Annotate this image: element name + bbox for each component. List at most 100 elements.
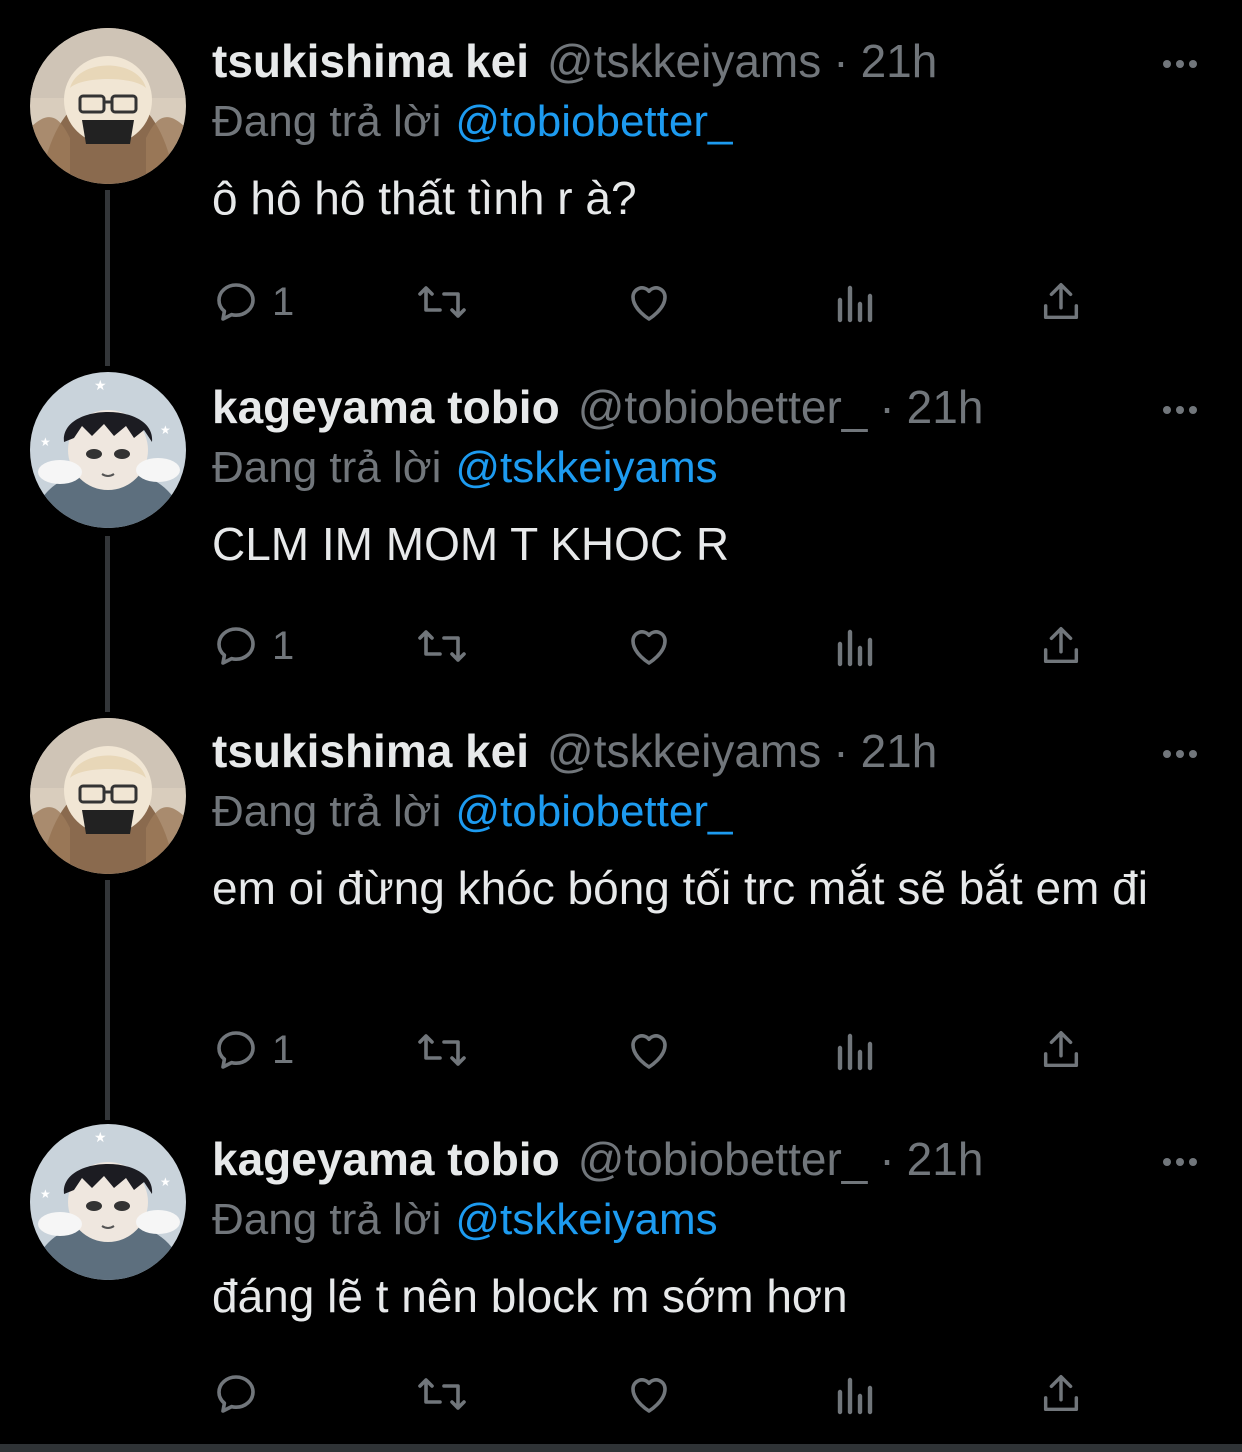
avatar-tsukishima[interactable] (30, 718, 186, 874)
views-icon (837, 1033, 873, 1071)
retweet-button[interactable] (414, 1020, 470, 1080)
tweet[interactable]: ★ ★ ★ kageyama tobio @tobiobetter_ · 21h… (0, 372, 1242, 702)
views-button[interactable] (834, 1364, 878, 1424)
replying-to: Đang trả lời @tobiobetter_ (212, 90, 732, 154)
user-handle[interactable]: @tobiobetter_ (578, 372, 868, 442)
tweet-header: kageyama tobio @tobiobetter_ · 21h (212, 1124, 983, 1194)
tweet-text: em oi đừng khóc bóng tối trc mắt sẽ bắt … (212, 862, 1148, 914)
reply-icon (217, 627, 255, 665)
tweet-thread: tsukishima kei @tskkeiyams · 21h Đang tr… (0, 0, 1242, 1452)
share-button[interactable] (1038, 272, 1084, 332)
user-handle[interactable]: @tskkeiyams (547, 26, 821, 96)
replying-to-label: Đang trả lời (212, 443, 442, 492)
timestamp[interactable]: 21h (861, 26, 938, 96)
reply-button[interactable] (212, 1364, 272, 1424)
reply-icon (217, 1375, 255, 1413)
retweet-icon (418, 1378, 466, 1410)
svg-text:★: ★ (94, 1130, 107, 1146)
like-button[interactable] (624, 1364, 674, 1424)
reply-button[interactable]: 1 (212, 1020, 294, 1080)
tweet-header: tsukishima kei @tskkeiyams · 21h (212, 716, 937, 786)
display-name[interactable]: kageyama tobio (212, 372, 560, 442)
tweet-header: kageyama tobio @tobiobetter_ · 21h (212, 372, 983, 442)
views-button[interactable] (834, 1020, 878, 1080)
share-icon (1043, 1031, 1079, 1068)
timestamp[interactable]: 21h (861, 716, 938, 786)
user-handle[interactable]: @tobiobetter_ (578, 1124, 868, 1194)
retweet-icon (418, 630, 466, 662)
avatar-tsukishima[interactable] (30, 28, 186, 184)
replying-to: Đang trả lời @tobiobetter_ (212, 780, 732, 844)
replying-to-handle[interactable]: @tobiobetter_ (455, 97, 732, 146)
display-name[interactable]: tsukishima kei (212, 716, 529, 786)
separator-dot: · (879, 381, 895, 433)
reply-icon (217, 283, 255, 321)
svg-text:★: ★ (94, 378, 107, 394)
reply-button[interactable]: 1 (212, 616, 294, 676)
like-button[interactable] (624, 272, 674, 332)
replying-to-handle[interactable]: @tobiobetter_ (455, 787, 732, 836)
views-button[interactable] (834, 616, 878, 676)
timestamp[interactable]: 21h (907, 372, 984, 442)
replying-to-label: Đang trả lời (212, 97, 442, 146)
timestamp[interactable]: 21h (907, 1124, 984, 1194)
like-button[interactable] (624, 1020, 674, 1080)
share-icon (1043, 283, 1079, 320)
share-button[interactable] (1038, 1364, 1084, 1424)
tweet-actions: 1 (212, 272, 1112, 332)
tweet[interactable]: ★ ★ ★ kageyama tobio @tobiobetter_ · 21h… (0, 1124, 1242, 1444)
reply-count: 1 (272, 280, 295, 324)
tweet-actions (212, 1364, 1112, 1424)
separator-dot: · (879, 1133, 895, 1185)
svg-text:★: ★ (40, 435, 51, 449)
heart-icon (631, 630, 667, 665)
separator-dot: · (833, 725, 849, 777)
display-name[interactable]: tsukishima kei (212, 26, 529, 96)
tweet-actions: 1 (212, 1020, 1112, 1080)
svg-text:★: ★ (160, 423, 171, 437)
heart-icon (631, 1034, 667, 1069)
replying-to: Đang trả lời @tskkeiyams (212, 436, 718, 500)
heart-icon (631, 286, 667, 321)
svg-text:★: ★ (160, 1175, 171, 1189)
replying-to-handle[interactable]: @tskkeiyams (455, 1195, 717, 1244)
replying-to-label: Đang trả lời (212, 1195, 442, 1244)
share-icon (1043, 1375, 1079, 1412)
views-button[interactable] (834, 272, 878, 332)
tweet[interactable]: tsukishima kei @tskkeiyams · 21h Đang tr… (0, 26, 1242, 356)
avatar-kageyama[interactable]: ★ ★ ★ (30, 1124, 186, 1280)
retweet-button[interactable] (414, 272, 470, 332)
retweet-icon (418, 1034, 466, 1066)
tweet-header: tsukishima kei @tskkeiyams · 21h (212, 26, 937, 96)
share-button[interactable] (1038, 1020, 1084, 1080)
more-icon[interactable] (1152, 44, 1208, 84)
reply-button[interactable]: 1 (212, 272, 294, 332)
tweet-actions: 1 (212, 616, 1112, 676)
share-icon (1043, 627, 1079, 664)
separator-dot: · (833, 35, 849, 87)
retweet-button[interactable] (414, 616, 470, 676)
views-icon (837, 629, 873, 667)
replying-to: Đang trả lời @tskkeiyams (212, 1188, 718, 1252)
avatar-kageyama[interactable]: ★ ★ ★ (30, 372, 186, 528)
reply-count: 1 (272, 1028, 295, 1072)
retweet-button[interactable] (414, 1364, 470, 1424)
tweet-text: đáng lẽ t nên block m sớm hơn (212, 1270, 848, 1322)
like-button[interactable] (624, 616, 674, 676)
display-name[interactable]: kageyama tobio (212, 1124, 560, 1194)
reply-icon (217, 1031, 255, 1069)
tweet-text: ô hô hô thất tình r à? (212, 172, 637, 224)
more-icon[interactable] (1152, 1142, 1208, 1182)
views-icon (837, 285, 873, 323)
heart-icon (631, 1378, 667, 1413)
share-button[interactable] (1038, 616, 1084, 676)
svg-text:★: ★ (40, 1187, 51, 1201)
replying-to-label: Đang trả lời (212, 787, 442, 836)
tweet-text: CLM IM MOM T KHOC R (212, 518, 730, 570)
user-handle[interactable]: @tskkeiyams (547, 716, 821, 786)
more-icon[interactable] (1152, 390, 1208, 430)
bottom-divider (0, 1444, 1242, 1452)
replying-to-handle[interactable]: @tskkeiyams (455, 443, 717, 492)
tweet[interactable]: tsukishima kei @tskkeiyams · 21h Đang tr… (0, 716, 1242, 1096)
more-icon[interactable] (1152, 734, 1208, 774)
